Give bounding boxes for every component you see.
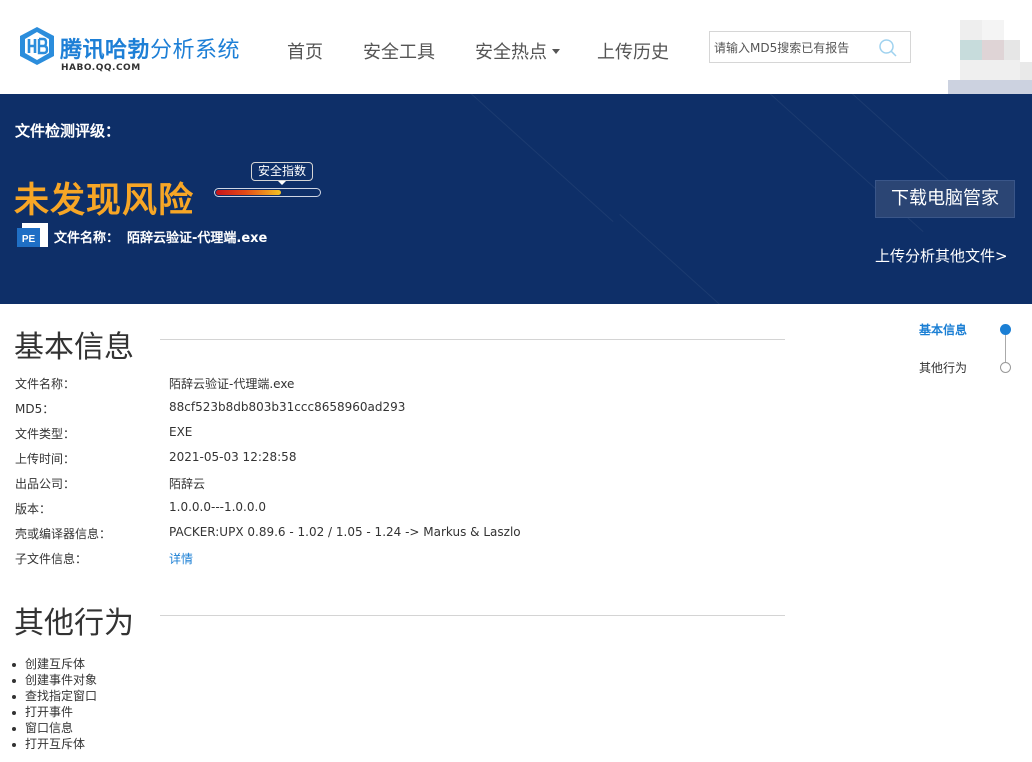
nav-security-hotspots[interactable]: 安全热点 <box>475 38 560 64</box>
list-item: 创建互斥体 <box>10 656 97 672</box>
file-name-line: 文件名称： 陌辞云验证-代理端.exe <box>54 227 267 246</box>
list-item: 打开互斥体 <box>10 736 97 752</box>
info-value: 1.0.0.0---1.0.0.0 <box>169 500 266 514</box>
list-item: 查找指定窗口 <box>10 688 97 704</box>
file-name-label: 文件名称： <box>54 231 120 246</box>
search-icon[interactable] <box>878 38 898 58</box>
safety-index-meter <box>214 188 321 197</box>
detection-level-label: 文件检测评级： <box>15 122 121 140</box>
caret-down-icon <box>552 48 560 54</box>
info-key: 文件名称： <box>15 377 76 391</box>
info-value: EXE <box>169 425 193 439</box>
download-pc-manager-button[interactable]: 下载电脑管家 <box>875 180 1015 218</box>
section-divider <box>160 615 785 616</box>
info-key: 子文件信息： <box>15 552 88 566</box>
banner-decoration <box>449 94 614 222</box>
file-name-value: 陌辞云验证-代理端.exe <box>127 231 268 246</box>
info-value: 88cf523b8db803b31ccc8658960ad293 <box>169 400 406 414</box>
section-divider <box>160 339 785 340</box>
info-key: 出品公司： <box>15 477 76 491</box>
detection-banner: 文件检测评级： 未发现风险 安全指数 PE 文件名称： 陌辞云验证-代理端.exe… <box>0 94 1032 304</box>
search-box <box>709 31 911 63</box>
list-item: 创建事件对象 <box>10 672 97 688</box>
other-behaviors-title: 其他行为 <box>14 606 134 641</box>
pe-file-icon-text: PE <box>22 234 36 245</box>
avatar[interactable] <box>948 20 1032 100</box>
info-key: 版本： <box>15 502 52 516</box>
info-key: MD5： <box>15 402 55 416</box>
sidenav-dot-other-behaviors[interactable] <box>1000 362 1011 373</box>
nav-upload-history[interactable]: 上传历史 <box>597 38 669 64</box>
nav-home[interactable]: 首页 <box>287 38 323 64</box>
sidenav-dot-basic-info[interactable] <box>1000 324 1011 335</box>
nav-security-tools[interactable]: 安全工具 <box>363 38 435 64</box>
logo-title-light: 分析系统 <box>150 38 241 63</box>
info-value: 2021-05-03 12:28:58 <box>169 450 297 464</box>
pe-file-icon: PE <box>17 223 48 247</box>
logo[interactable]: 腾讯哈勃分析系统 HABO.QQ.COM <box>18 26 258 76</box>
logo-title-strong: 腾讯哈勃 <box>60 38 151 63</box>
habo-logo-icon <box>20 27 54 65</box>
info-value: 陌辞云 <box>169 477 206 491</box>
info-key: 文件类型： <box>15 427 76 441</box>
list-item: 打开事件 <box>10 704 97 720</box>
search-input[interactable] <box>714 38 874 58</box>
basic-info-title: 基本信息 <box>14 330 134 365</box>
list-item: 窗口信息 <box>10 720 97 736</box>
nav-security-hotspots-label: 安全热点 <box>475 42 547 63</box>
info-key: 上传时间： <box>15 452 76 466</box>
safety-index-tooltip: 安全指数 <box>251 162 314 185</box>
sub-files-details-link[interactable]: 详情 <box>169 550 193 567</box>
upload-other-file-link[interactable]: 上传分析其他文件> <box>875 245 1008 266</box>
behavior-list: 创建互斥体 创建事件对象 查找指定窗口 打开事件 窗口信息 打开互斥体 <box>10 656 97 752</box>
header: 腾讯哈勃分析系统 HABO.QQ.COM 首页 安全工具 安全热点 上传历史 <box>0 0 1032 100</box>
banner-decoration <box>619 214 784 304</box>
risk-result: 未发现风险 <box>14 181 195 221</box>
info-value: PACKER:UPX 0.89.6 - 1.02 / 1.05 - 1.24 -… <box>169 525 521 539</box>
logo-title: 腾讯哈勃分析系统 <box>60 32 240 64</box>
sidenav-connector <box>1005 334 1006 364</box>
info-key: 壳或编译器信息： <box>15 527 112 541</box>
info-value: 陌辞云验证-代理端.exe <box>169 377 295 391</box>
safety-index-meter-fill <box>216 190 281 195</box>
logo-domain: HABO.QQ.COM <box>61 63 141 73</box>
sidenav-basic-info[interactable]: 基本信息 <box>919 321 967 338</box>
sidenav-other-behaviors[interactable]: 其他行为 <box>919 359 967 376</box>
